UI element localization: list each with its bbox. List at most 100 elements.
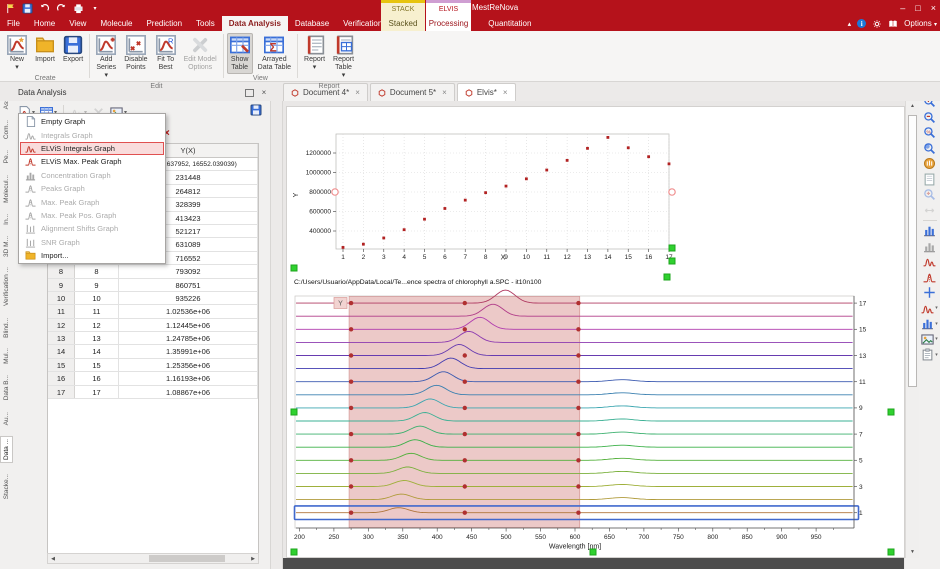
table-row[interactable]: 12121.12445e+06 — [48, 319, 258, 332]
tab-home[interactable]: Home — [27, 16, 62, 31]
peak-marker[interactable] — [576, 458, 580, 462]
fit-to-best-button[interactable]: RFit To Best — [153, 33, 179, 74]
table-row[interactable]: 17171.08867e+06 — [48, 386, 258, 399]
document-tab-elvis-[interactable]: Elvis*× — [457, 83, 516, 101]
max-peak-icon[interactable] — [923, 270, 936, 286]
canvas-vertical-scrollbar[interactable]: ▲ ▼ — [905, 101, 919, 558]
scatter-point[interactable] — [647, 155, 650, 158]
add-series-button[interactable]: Add Series ▾ — [93, 33, 119, 82]
peak-marker[interactable] — [463, 484, 467, 488]
dock-tab-molecul[interactable]: Molecul... — [1, 175, 12, 203]
table-row[interactable]: 16161.16193e+06 — [48, 372, 258, 385]
close-tab-icon[interactable]: × — [503, 88, 508, 97]
peak-marker[interactable] — [576, 353, 580, 357]
close-tab-icon[interactable]: × — [442, 88, 447, 97]
collapse-ribbon-icon[interactable]: ▴ — [848, 20, 852, 28]
peak-marker[interactable] — [463, 511, 467, 515]
y-cell[interactable]: 1.12445e+06 — [119, 319, 258, 331]
selection-handle[interactable] — [669, 245, 675, 251]
peak-marker[interactable] — [349, 432, 353, 436]
import-button[interactable]: Import — [32, 33, 58, 66]
selection-handle[interactable] — [669, 258, 675, 264]
save-icon[interactable] — [21, 2, 33, 14]
scatter-point[interactable] — [627, 146, 630, 149]
options-button[interactable]: Options ▾ — [904, 19, 937, 28]
scatter-point[interactable] — [362, 243, 365, 246]
scrollbar-thumb[interactable] — [908, 115, 917, 387]
selection-handle[interactable] — [590, 549, 596, 555]
float-panel-icon[interactable] — [245, 89, 254, 97]
selection-handle[interactable] — [291, 265, 297, 271]
peak-marker[interactable] — [576, 327, 580, 331]
tab-tools[interactable]: Tools — [189, 16, 222, 31]
peak-marker[interactable] — [576, 484, 580, 488]
peak-marker[interactable] — [349, 301, 353, 305]
selection-handle[interactable] — [669, 189, 675, 195]
scroll-down-icon[interactable]: ▼ — [906, 547, 919, 558]
peak-marker[interactable] — [463, 327, 467, 331]
peak-marker[interactable] — [463, 353, 467, 357]
x-cell[interactable]: 13 — [75, 332, 119, 344]
dock-tab-datab[interactable]: Data B... — [1, 375, 12, 400]
peak-marker[interactable] — [463, 458, 467, 462]
menu-item-elvis-max-peak-graph[interactable]: ELViS Max. Peak Graph — [20, 155, 164, 168]
close-panel-icon[interactable]: × — [258, 87, 270, 98]
peak-marker[interactable] — [349, 353, 353, 357]
dock-tab-3dm[interactable]: 3D M... — [1, 236, 12, 257]
show-table-button[interactable]: Show Table — [227, 33, 253, 74]
x-cell[interactable]: 10 — [75, 292, 119, 304]
y-cell[interactable]: 793092 — [119, 265, 258, 277]
scatter-point[interactable] — [668, 162, 671, 165]
scatter-point[interactable] — [423, 218, 426, 221]
selection-handle[interactable] — [291, 409, 297, 415]
tab-stacked[interactable]: Stacked — [381, 15, 425, 31]
panel-splitter[interactable] — [270, 101, 283, 569]
maximize-button[interactable]: □ — [915, 3, 920, 13]
dock-tab-au[interactable]: Au... — [1, 412, 12, 425]
scroll-left-icon[interactable]: ◀ — [48, 556, 58, 562]
tab-file[interactable]: File — [0, 16, 27, 31]
gear-icon[interactable] — [872, 19, 882, 29]
tab-processing[interactable]: Processing — [426, 15, 471, 31]
peak-marker[interactable] — [576, 406, 580, 410]
print-icon[interactable] — [72, 2, 84, 14]
integrals-tool-icon[interactable]: ▾ — [921, 301, 938, 317]
document-page[interactable]: 1234567891011121314151617400000600000800… — [286, 106, 905, 558]
report-table-button[interactable]: Report Table ▾ — [330, 33, 357, 82]
table-row[interactable]: 13131.24785e+06 — [48, 332, 258, 345]
peak-marker[interactable] — [463, 380, 467, 384]
y-cell[interactable]: 1.24785e+06 — [119, 332, 258, 344]
scatter-point[interactable] — [525, 177, 528, 180]
peak-marker[interactable] — [463, 432, 467, 436]
dock-tab-in[interactable]: In... — [1, 214, 12, 225]
x-cell[interactable]: 17 — [75, 386, 119, 398]
menu-item-import[interactable]: Import... — [20, 249, 164, 262]
peak-marker[interactable] — [349, 380, 353, 384]
arrayed-data-table-button[interactable]: ΣArrayed Data Table — [255, 33, 294, 74]
scatter-point[interactable] — [566, 159, 569, 162]
document-canvas[interactable]: 1234567891011121314151617400000600000800… — [283, 101, 905, 569]
zoom-out-icon[interactable] — [923, 110, 936, 126]
save-dataset-button[interactable] — [250, 104, 262, 116]
table-row[interactable]: 88793092 — [48, 265, 258, 278]
dock-tab-blind[interactable]: Blind... — [1, 318, 12, 338]
x-cell[interactable]: 8 — [75, 265, 119, 277]
scatter-point[interactable] — [464, 199, 467, 202]
scrollbar-thumb[interactable] — [149, 555, 225, 562]
peak-marker[interactable] — [349, 484, 353, 488]
scatter-point[interactable] — [443, 207, 446, 210]
info-icon[interactable]: i — [857, 19, 866, 28]
scatter-point[interactable] — [586, 147, 589, 150]
tab-prediction[interactable]: Prediction — [139, 16, 189, 31]
new-button[interactable]: New ▾ — [4, 33, 30, 74]
dock-tab-data[interactable]: Data ... — [0, 436, 13, 463]
dock-tab-pe[interactable]: Pe... — [1, 150, 12, 163]
table-row[interactable]: 14141.35991e+06 — [48, 345, 258, 358]
y-cell[interactable]: 860751 — [119, 279, 258, 291]
peak-marker[interactable] — [463, 406, 467, 410]
report-button[interactable]: Report ▾ — [301, 33, 328, 74]
stacked-spectra-chart[interactable]: 1715131197531200250300350400450500550600… — [291, 265, 894, 555]
crosshair-icon[interactable] — [923, 285, 936, 301]
dock-tab-com[interactable]: Com... — [1, 120, 12, 139]
selection-handle[interactable] — [888, 549, 894, 555]
